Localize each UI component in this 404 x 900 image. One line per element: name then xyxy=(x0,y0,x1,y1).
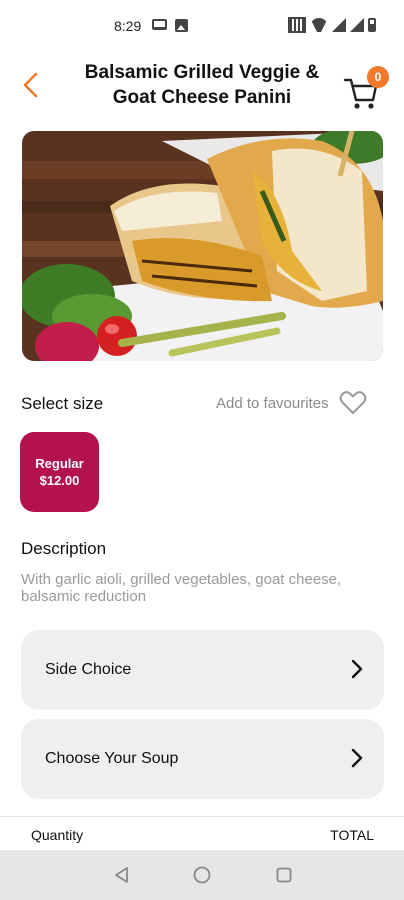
status-system-icons xyxy=(288,17,376,33)
status-notification-icons xyxy=(152,19,188,32)
status-bar: 8:29 xyxy=(0,0,404,52)
header: Balsamic Grilled Veggie & Goat Cheese Pa… xyxy=(0,58,404,114)
laptop-icon xyxy=(152,19,167,30)
add-to-favourites-button[interactable]: Add to favourites xyxy=(216,390,367,416)
chevron-right-icon xyxy=(351,748,363,768)
select-size-label: Select size xyxy=(21,394,104,413)
quantity-label: Quantity xyxy=(31,827,84,843)
add-to-favourites-label: Add to favourites xyxy=(216,394,329,412)
wifi-icon xyxy=(310,18,328,32)
cart-count-badge: 0 xyxy=(367,66,389,88)
chevron-right-icon xyxy=(351,659,363,679)
home-circle-icon[interactable] xyxy=(192,865,212,885)
option-label: Side Choice xyxy=(45,661,132,678)
status-time: 8:29 xyxy=(114,18,142,34)
system-navigation-bar xyxy=(0,850,404,900)
product-image xyxy=(22,131,383,361)
cart-button[interactable]: 0 xyxy=(343,66,391,110)
back-triangle-icon[interactable] xyxy=(112,865,132,885)
battery-icon xyxy=(368,18,376,32)
image-icon xyxy=(175,19,188,32)
choose-soup-option[interactable]: Choose Your Soup xyxy=(21,719,384,799)
order-footer: Quantity TOTAL xyxy=(0,816,404,850)
signal-icon xyxy=(350,18,364,32)
recents-square-icon[interactable] xyxy=(274,865,294,885)
chevron-left-icon xyxy=(23,72,38,98)
size-option-name: Regular xyxy=(35,456,84,471)
option-label: Choose Your Soup xyxy=(45,750,179,767)
size-option-regular[interactable]: Regular $12.00 xyxy=(20,432,99,512)
back-button[interactable] xyxy=(18,66,46,104)
total-label: TOTAL xyxy=(330,827,374,843)
description-label: Description xyxy=(21,539,107,558)
size-option-price: $12.00 xyxy=(39,473,80,488)
description-text: With garlic aioli, grilled vegetables, g… xyxy=(21,571,342,605)
page-title: Balsamic Grilled Veggie & Goat Cheese Pa… xyxy=(84,62,320,108)
signal-icon xyxy=(332,18,346,32)
qr-code-icon xyxy=(288,17,306,33)
heart-icon xyxy=(339,391,366,414)
side-choice-option[interactable]: Side Choice xyxy=(21,630,384,710)
